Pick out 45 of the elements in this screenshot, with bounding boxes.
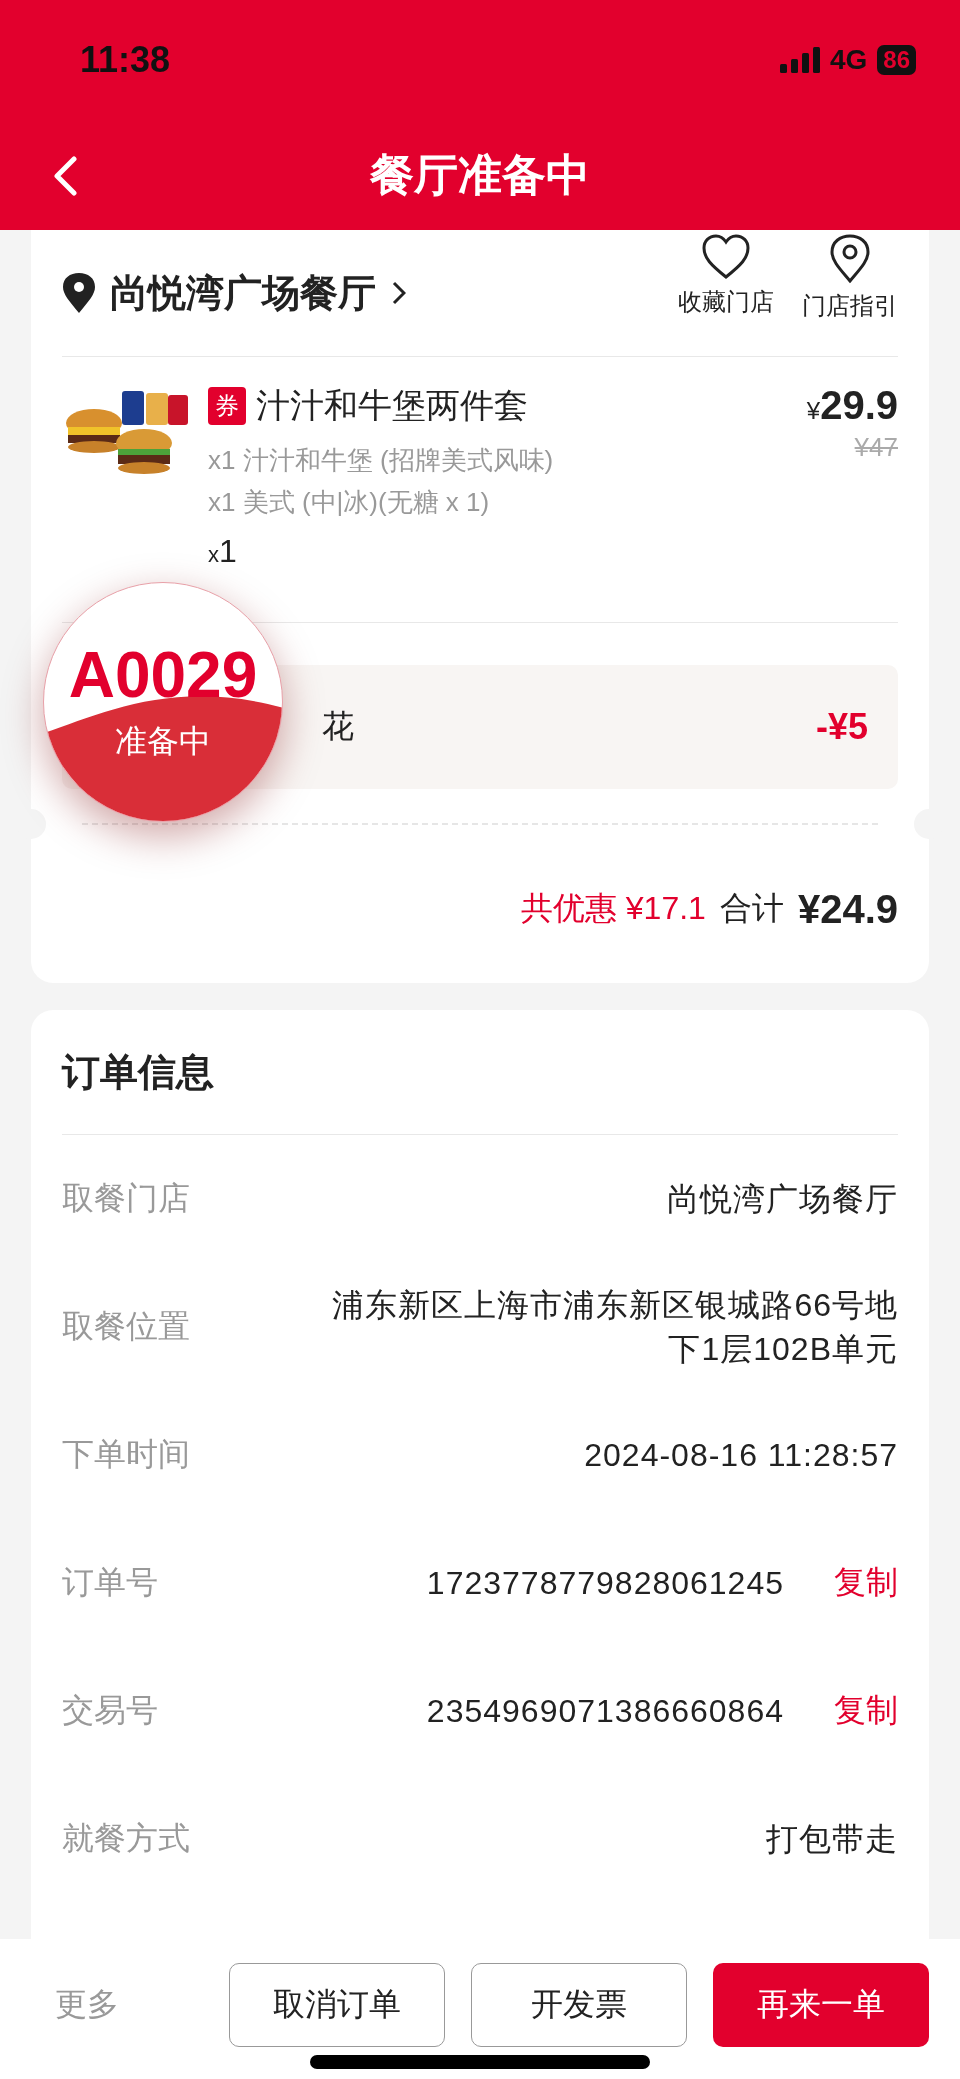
store-action[interactable]: 门店指引 xyxy=(802,234,898,322)
info-value: 尚悦湾广场餐厅 xyxy=(667,1180,898,1219)
copy-link[interactable]: 复制 xyxy=(834,1561,898,1605)
battery-level: 86 xyxy=(877,45,916,75)
product-quantity: x1 xyxy=(208,533,238,570)
info-label: 下单时间 xyxy=(62,1435,190,1474)
pickup-status: 准备中 xyxy=(114,725,212,757)
info-label: 取餐位置 xyxy=(62,1307,190,1346)
total-label: 合计 xyxy=(719,889,784,928)
product-option: x1 汁汁和牛堡 (招牌美式风味) xyxy=(208,443,807,477)
info-label: 订单号 xyxy=(62,1563,158,1602)
location-pin-icon xyxy=(828,234,872,284)
info-value: 打包带走 xyxy=(766,1820,898,1859)
heart-icon xyxy=(701,234,751,280)
product-name: 汁汁和牛堡两件套 xyxy=(256,385,528,426)
info-value: 2354969071386660864 xyxy=(426,1692,784,1731)
info-label: 就餐方式 xyxy=(62,1819,190,1858)
status-time: 11:38 xyxy=(80,39,171,81)
copy-link[interactable]: 复制 xyxy=(834,1689,898,1733)
savings-total: 共优惠 ¥17.1 xyxy=(520,889,706,928)
location-pin-icon xyxy=(62,272,96,314)
info-label: 取餐门店 xyxy=(62,1179,190,1218)
section-title: 订单信息 xyxy=(62,1049,214,1095)
back-icon[interactable] xyxy=(52,156,78,196)
info-value: 1723778779828061245 xyxy=(426,1564,784,1603)
pickup-number: A0029 xyxy=(67,643,259,707)
original-price: ¥47 xyxy=(854,432,898,463)
chevron-right-icon[interactable] xyxy=(392,281,406,305)
page-title: 餐厅准备中 xyxy=(370,148,590,201)
store-action[interactable]: 收藏门店 xyxy=(678,234,774,322)
product-price: ¥29.9 xyxy=(806,383,898,428)
action-button[interactable]: 开发票 xyxy=(471,1963,687,2047)
store-name[interactable]: 尚悦湾广场餐厅 xyxy=(110,267,376,319)
signal-icon xyxy=(779,47,820,73)
action-button[interactable]: 取消订单 xyxy=(229,1963,445,2047)
network-type: 4G xyxy=(829,44,868,76)
product-option: x1 美式 (中|冰)(无糖 x 1) xyxy=(208,485,807,519)
coupon-tag: 券 xyxy=(208,387,246,425)
info-label: 交易号 xyxy=(62,1691,158,1730)
info-value: 2024-08-16 11:28:57 xyxy=(584,1436,898,1475)
action-button[interactable]: 再来一单 xyxy=(713,1963,929,2047)
discount-label: 花 xyxy=(322,707,354,746)
info-value: 浦东新区上海市浦东新区银城路66号地下1层102B单元 xyxy=(331,1286,898,1369)
order-total: ¥24.9 xyxy=(797,886,898,932)
discount-amount: -¥5 xyxy=(815,706,868,748)
